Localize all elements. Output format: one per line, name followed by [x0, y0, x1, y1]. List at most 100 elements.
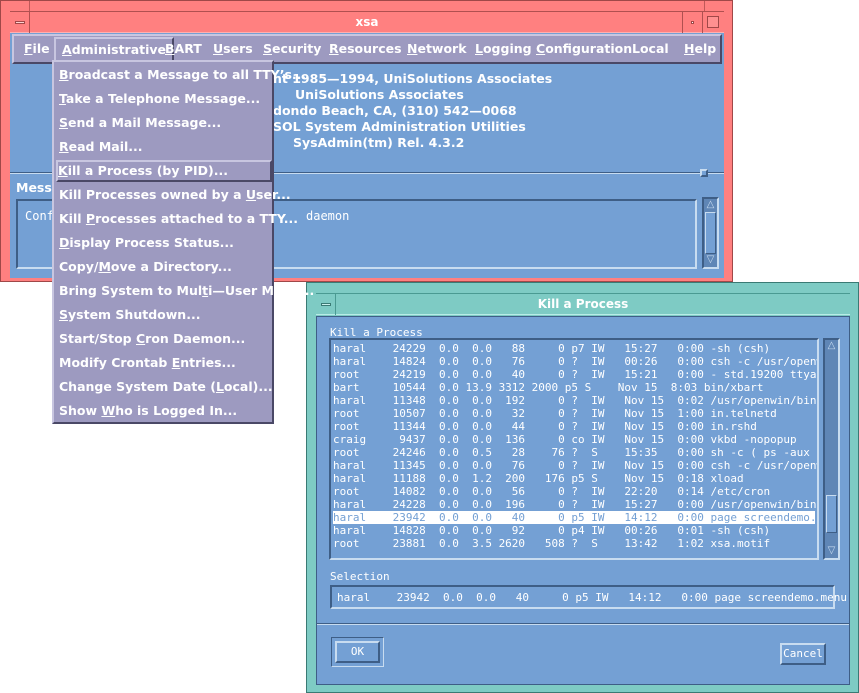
menu-item-label: Modify Crontab Entries... [59, 355, 236, 370]
menu-network[interactable]: Network [407, 41, 467, 56]
menu-item-broadcast-message[interactable]: Broadcast a Message to all TTY’s... [57, 64, 306, 86]
menu-bart[interactable]: BART [165, 41, 202, 56]
frame-corner [704, 1, 705, 11]
menu-label: Configuration [536, 41, 633, 56]
menu-item-label: Read Mail... [59, 139, 143, 154]
default-button-frame: OK [331, 637, 384, 667]
process-row[interactable]: haral 24229 0.0 0.0 88 0 p7 IW 15:27 0:0… [333, 342, 815, 355]
menu-resources[interactable]: Resources [329, 41, 402, 56]
selection-field[interactable]: haral 23942 0.0 0.0 40 0 p5 IW 14:12 0:0… [330, 585, 847, 609]
dialog-separator [317, 623, 849, 625]
process-row[interactable]: haral 14824 0.0 0.0 76 0 ? IW 00:26 0:00… [333, 355, 817, 368]
process-row[interactable]: bart 10544 0.0 13.9 3312 2000 p5 S Nov 1… [333, 381, 815, 394]
menu-label: Help [684, 41, 717, 56]
menu-label: File [24, 41, 50, 56]
menu-label: Local [632, 41, 669, 56]
window-title: xsa [355, 15, 379, 29]
menu-label: Logging [475, 41, 532, 56]
menu-label: BART [165, 41, 202, 56]
menu-item-cron-daemon[interactable]: Start/Stop Cron Daemon... [57, 328, 271, 350]
maximize-button[interactable] [702, 12, 724, 33]
menu-configuration[interactable]: Configuration [536, 41, 632, 56]
menu-item-system-shutdown[interactable]: System Shutdown... [57, 304, 271, 326]
menu-item-label: Change System Date (Local)... [59, 379, 273, 394]
process-row-selected[interactable]: haral 23942 0.0 0.0 40 0 p5 IW 14:12 0:0… [333, 511, 817, 524]
menu-label: Security [263, 41, 322, 56]
menu-label: Users [213, 41, 253, 56]
menu-item-multi-user-mode[interactable]: Bring System to Multi—User Mode... [57, 280, 314, 302]
process-list[interactable]: haral 24229 0.0 0.0 88 0 p7 IW 15:27 0:0… [329, 338, 819, 560]
menu-item-label: System Shutdown... [59, 307, 201, 322]
menu-logging[interactable]: Logging [475, 41, 532, 56]
scroll-up-arrow-icon[interactable]: △ [826, 340, 837, 352]
about-product: SOL System Administration Utilities [273, 119, 526, 134]
process-row[interactable]: root 23881 0.0 3.5 2620 508 ? S 13:42 1:… [333, 537, 815, 550]
menu-item-kill-process-by-pid[interactable]: Kill a Process (by PID)... [56, 160, 272, 182]
menu-item-change-date[interactable]: Change System Date (Local)... [57, 376, 273, 398]
process-row[interactable]: haral 11345 0.0 0.0 76 0 ? IW Nov 15 0:0… [333, 459, 817, 472]
administrative-dropdown-menu: Broadcast a Message to all TTY’s... Take… [52, 60, 314, 424]
dialog-title: Kill a Process [537, 297, 629, 311]
menu-item-label: Take a Telephone Message... [59, 91, 261, 106]
dialog-client-area: Kill a Process haral 24229 0.0 0.0 88 0 … [316, 316, 850, 685]
menu-item-label: Send a Mail Message... [59, 115, 222, 130]
menu-item-show-who[interactable]: Show Who is Logged In... [57, 400, 271, 422]
process-list-scrollbar[interactable]: △ ▽ [823, 338, 840, 560]
menu-item-read-mail[interactable]: Read Mail... [57, 136, 271, 158]
menu-item-crontab-entries[interactable]: Modify Crontab Entries... [57, 352, 271, 374]
menu-item-label: Bring System to Multi—User Mode... [59, 283, 315, 298]
process-row[interactable]: root 24219 0.0 0.0 40 0 ? IW 15:21 0:00 … [333, 368, 816, 381]
menu-file[interactable]: File [24, 41, 50, 56]
ok-button[interactable]: OK [335, 641, 380, 663]
process-row[interactable]: root 11344 0.0 0.0 44 0 ? IW Nov 15 0:00… [333, 420, 815, 433]
frame-corner [29, 1, 30, 11]
title-bar[interactable]: xsa [10, 11, 724, 33]
menu-item-label: Kill a Process (by PID)... [58, 163, 229, 178]
sash-handle[interactable] [700, 169, 708, 177]
menu-item-display-process-status[interactable]: Display Process Status... [57, 232, 271, 254]
menu-label: Resources [329, 41, 402, 56]
menu-item-kill-by-tty[interactable]: Kill Processes attached to a TTY... [57, 208, 298, 230]
menu-item-send-mail[interactable]: Send a Mail Message... [57, 112, 271, 134]
scroll-thumb[interactable] [826, 495, 837, 533]
menu-help[interactable]: Help [684, 41, 716, 56]
about-release: SysAdmin(tm) Rel. 4.3.2 [293, 135, 465, 150]
process-row[interactable]: haral 11348 0.0 0.0 192 0 ? IW Nov 15 0:… [333, 394, 817, 407]
menu-item-kill-by-user[interactable]: Kill Processes owned by a User... [57, 184, 291, 206]
menu-item-label: Kill Processes attached to a TTY... [59, 211, 299, 226]
selection-label: Selection [330, 570, 390, 583]
menu-item-label: Show Who is Logged In... [59, 403, 238, 418]
process-row[interactable]: haral 11188 0.0 1.2 200 176 p5 S Nov 15 … [333, 472, 815, 485]
message-text-start: Conf [25, 209, 54, 223]
minimize-button[interactable] [682, 12, 702, 33]
menu-item-telephone-message[interactable]: Take a Telephone Message... [57, 88, 271, 110]
process-row[interactable]: haral 24228 0.0 0.0 196 0 ? IW 15:27 0:0… [333, 498, 817, 511]
menu-label: Network [407, 41, 467, 56]
scroll-down-arrow-icon[interactable]: ▽ [826, 545, 837, 557]
menu-item-label: Display Process Status... [59, 235, 234, 250]
scroll-down-arrow-icon[interactable]: ▽ [705, 254, 716, 266]
maximize-icon [707, 16, 719, 28]
process-row[interactable]: haral 14828 0.0 0.0 92 0 p4 IW 00:26 0:0… [333, 524, 815, 537]
menu-administrative[interactable]: Administrative [54, 37, 175, 62]
about-address: dondo Beach, CA, (310) 542—0068 [273, 103, 517, 118]
menu-security[interactable]: Security [263, 41, 321, 56]
minimize-icon [691, 21, 694, 24]
cancel-button[interactable]: Cancel [780, 643, 826, 665]
message-scrollbar[interactable]: △ ▽ [702, 197, 719, 269]
title-bar[interactable]: Kill a Process [316, 293, 850, 315]
menu-item-label: Kill Processes owned by a User... [59, 187, 291, 202]
process-row[interactable]: craig 9437 0.0 0.0 136 0 co IW Nov 15 0:… [333, 433, 815, 446]
menu-label: Administrative [62, 42, 167, 57]
menu-users[interactable]: Users [213, 41, 253, 56]
process-row[interactable]: root 24246 0.0 0.5 28 76 ? S 15:35 0:00 … [333, 446, 817, 459]
menu-local[interactable]: Local [632, 41, 669, 56]
process-row[interactable]: root 10507 0.0 0.0 32 0 ? IW Nov 15 1:00… [333, 407, 815, 420]
scroll-thumb[interactable] [705, 212, 716, 254]
scroll-up-arrow-icon[interactable]: △ [705, 199, 716, 211]
message-text-end: daemon [306, 209, 350, 223]
about-company: UniSolutions Associates [295, 87, 464, 102]
process-row[interactable]: root 14082 0.0 0.0 56 0 ? IW 22:20 0:14 … [333, 485, 815, 498]
menu-item-label: Copy/Move a Directory... [59, 259, 232, 274]
menu-item-copy-move-directory[interactable]: Copy/Move a Directory... [57, 256, 271, 278]
